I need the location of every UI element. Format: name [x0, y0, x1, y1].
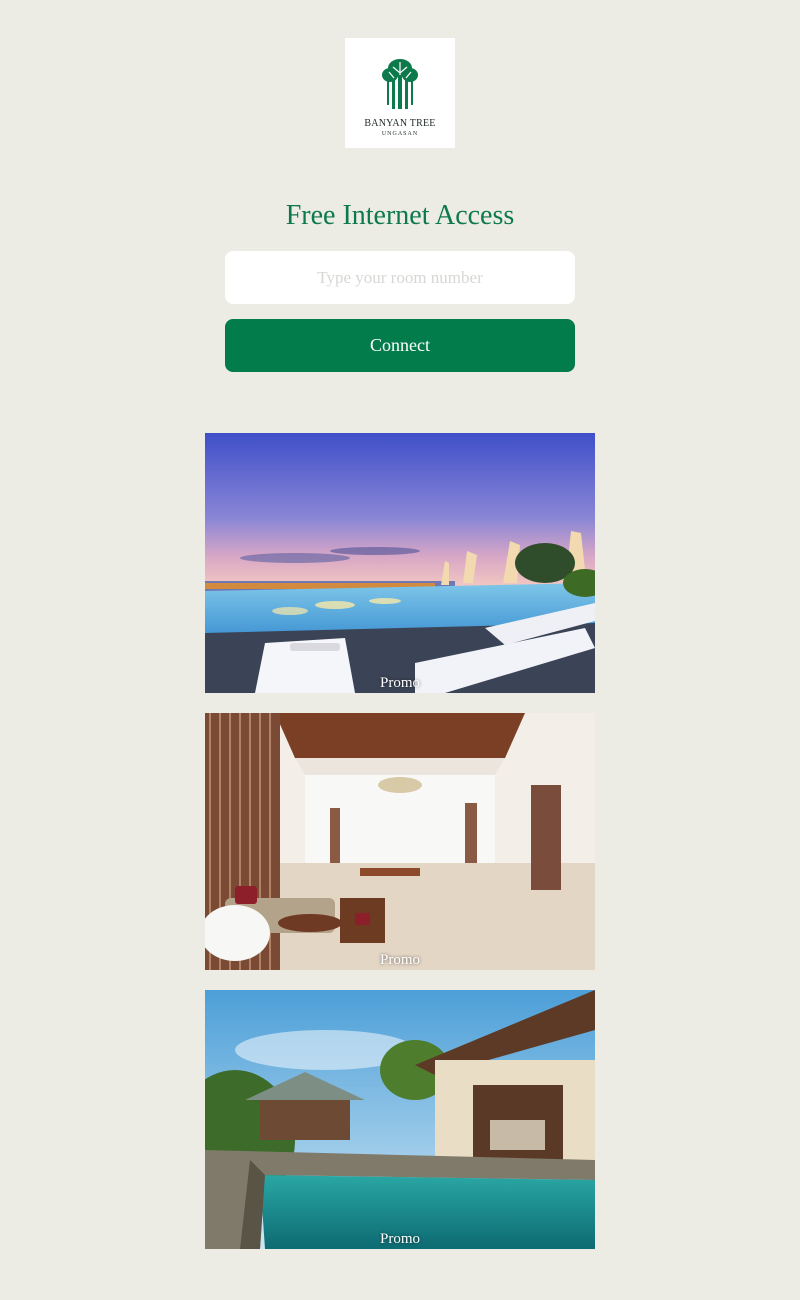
promo-label: Promo — [379, 1231, 420, 1247]
promo-label: Promo — [379, 952, 420, 968]
promo-card-pool[interactable]: Promo — [205, 433, 595, 693]
promo-card-villa[interactable]: Promo — [205, 990, 595, 1249]
page-title: Free Internet Access — [285, 200, 515, 231]
promo-card-lobby[interactable]: Promo — [205, 713, 595, 970]
room-number-input[interactable] — [225, 251, 575, 304]
logo-name: BANYAN TREE — [364, 118, 436, 129]
logo-subtitle: UNGASAN — [381, 131, 419, 137]
hotel-logo: BANYAN TREE UNGASAN — [345, 38, 455, 148]
banyan-tree-icon — [382, 59, 418, 109]
promo-label: Promo — [379, 675, 420, 691]
connect-button[interactable]: Connect — [225, 319, 575, 372]
promo-image-lobby — [205, 713, 595, 970]
promo-image-pool — [205, 433, 595, 693]
promo-image-villa — [205, 990, 595, 1249]
